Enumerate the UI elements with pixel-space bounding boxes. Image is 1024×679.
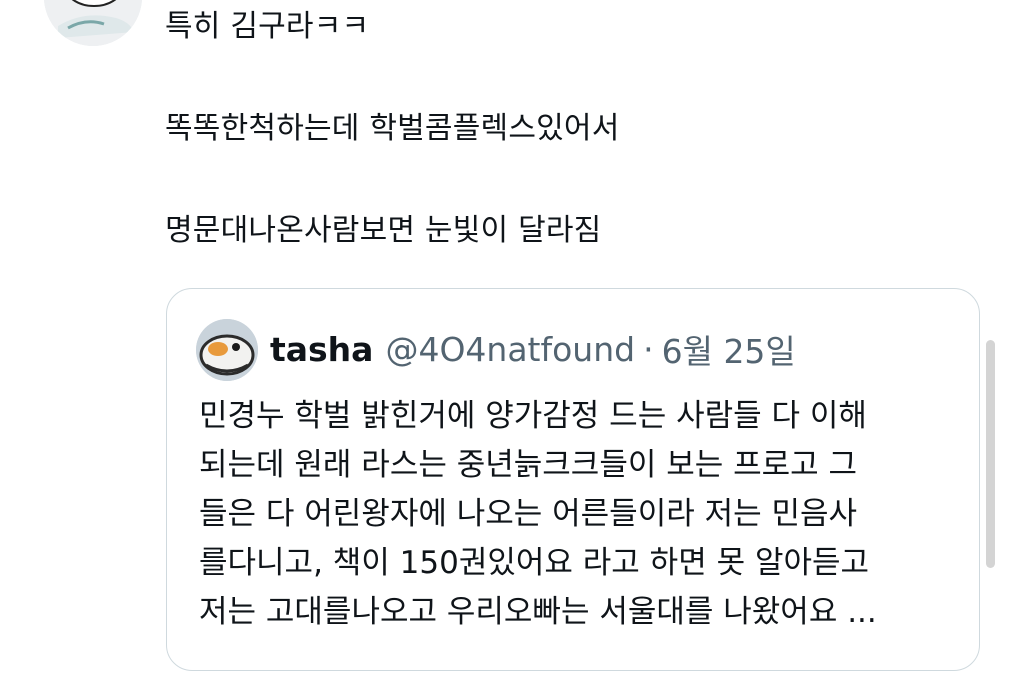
quote-text-line: 저는 고대를나오고 우리오빠는 서울대를 나왔어요 ... <box>199 594 877 630</box>
author-avatar[interactable] <box>44 0 142 46</box>
quote-text: 민경누 학벌 밝힌거에 양가감정 드는 사람들 다 이해 되는데 원래 라스는 … <box>199 392 969 637</box>
tweet-text-line: 특히 김구라ㅋㅋ <box>165 9 370 44</box>
quote-tweet-card[interactable]: tasha @4O4natfound · 6월 25일 민경누 학벌 밝힌거에 … <box>166 288 980 671</box>
quote-author-handle[interactable]: @4O4natfound <box>385 330 635 369</box>
quote-date[interactable]: 6월 25일 <box>662 325 796 373</box>
quote-author-avatar[interactable] <box>196 319 258 381</box>
quote-text-line: 되는데 원래 라스는 중년늙크크들이 보는 프로고 그 <box>199 447 858 483</box>
author-avatar-image <box>44 0 142 46</box>
tweet-text-line: 똑똑한척하는데 학벌콤플렉스있어서 <box>165 111 620 146</box>
quote-avatar-image <box>196 319 258 381</box>
quote-text-line: 들은 다 어린왕자에 나오는 어른들이라 저는 민음사 <box>199 496 858 532</box>
quote-text-line: 민경누 학벌 밝힌거에 양가감정 드는 사람들 다 이해 <box>199 398 867 434</box>
quote-text-line: 를다니고, 책이 150권있어요 라고 하면 못 알아듣고 <box>199 545 870 581</box>
header-separator: · <box>643 329 654 369</box>
tweet-text-line: 명문대나온사람보면 눈빛이 달라짐 <box>165 213 602 248</box>
quote-author-name[interactable]: tasha <box>270 330 373 369</box>
quote-header: tasha @4O4natfound · 6월 25일 <box>270 325 796 373</box>
scrollbar-thumb[interactable] <box>986 340 995 568</box>
